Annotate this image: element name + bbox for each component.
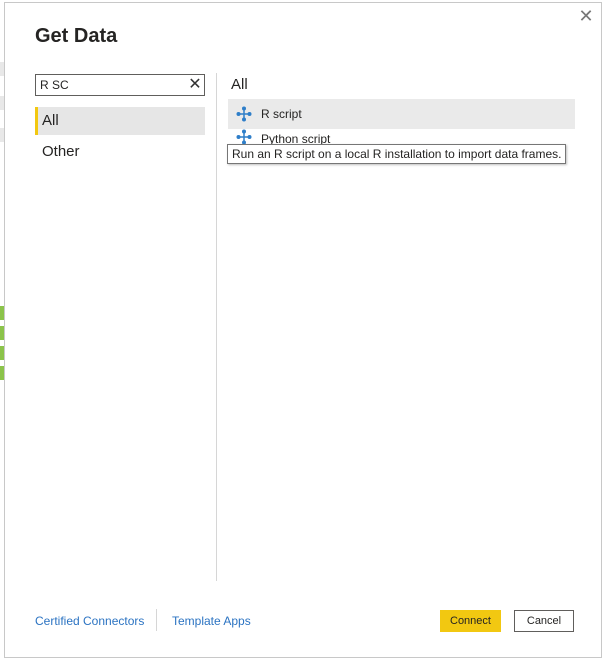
certified-connectors-link[interactable]: Certified Connectors xyxy=(35,614,144,628)
panel-divider xyxy=(216,73,217,581)
dialog-title: Get Data xyxy=(35,25,118,47)
search-input[interactable] xyxy=(36,76,186,94)
connect-button[interactable]: Connect xyxy=(440,610,501,632)
script-connector-icon xyxy=(236,106,252,122)
connector-python-script[interactable]: Python script xyxy=(228,129,575,145)
list-title: All xyxy=(231,76,248,93)
connector-list: R script Python script xyxy=(228,99,575,145)
get-data-dialog: ✕ Get Data ✕ All Other All R script xyxy=(4,2,602,658)
connector-tooltip: Run an R script on a local R installatio… xyxy=(227,144,567,164)
clear-x-icon[interactable]: ✕ xyxy=(186,76,204,94)
category-all[interactable]: All xyxy=(35,107,205,135)
script-connector-icon xyxy=(236,129,252,145)
connector-label: R script xyxy=(261,107,302,121)
close-icon[interactable]: ✕ xyxy=(577,7,595,25)
footer-separator xyxy=(156,609,157,631)
category-list: All Other xyxy=(35,107,205,169)
cancel-button[interactable]: Cancel xyxy=(514,610,574,632)
search-box: ✕ xyxy=(35,74,205,96)
connector-r-script[interactable]: R script xyxy=(228,99,575,129)
template-apps-link[interactable]: Template Apps xyxy=(172,614,251,628)
category-other[interactable]: Other xyxy=(35,138,205,166)
